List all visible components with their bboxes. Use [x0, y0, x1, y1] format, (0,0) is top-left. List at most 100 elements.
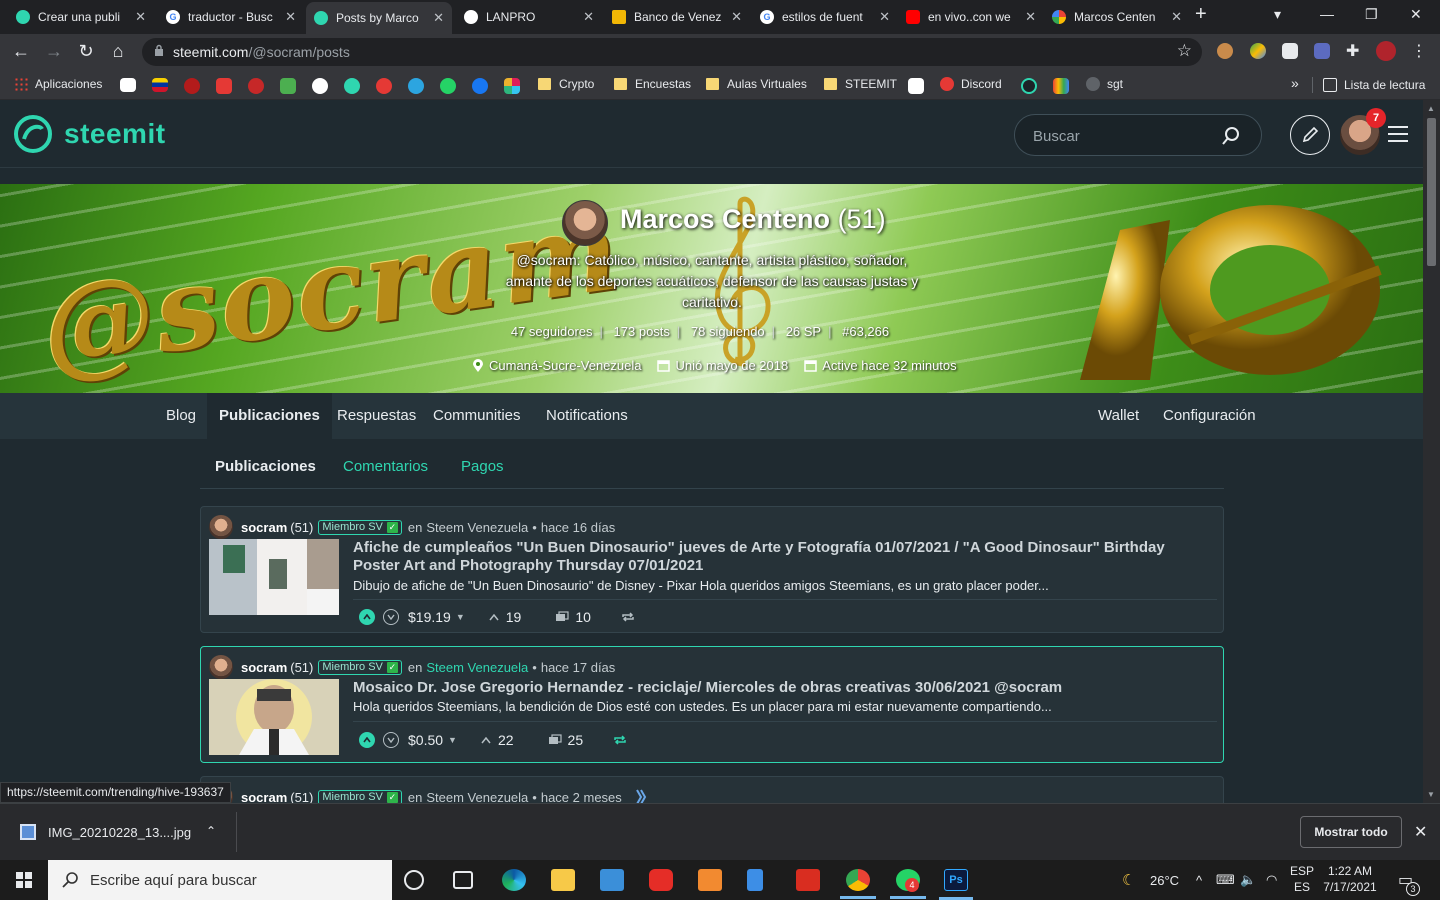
- community-link[interactable]: Steem Venezuela: [426, 520, 528, 535]
- resteem-icon[interactable]: [613, 734, 627, 746]
- bookmark-apps[interactable]: Aplicaciones: [14, 77, 102, 91]
- browser-tab-3-active[interactable]: Posts by Marco ✕: [306, 2, 452, 34]
- upvote-button[interactable]: [359, 732, 375, 748]
- weather-moon-icon[interactable]: ☾: [1122, 860, 1135, 900]
- resteem-icon[interactable]: [621, 611, 635, 623]
- minimize-icon[interactable]: —: [1320, 6, 1334, 22]
- bookmark-star-icon[interactable]: ☆: [1177, 41, 1192, 61]
- close-tab-icon[interactable]: ✕: [135, 9, 146, 25]
- chrome-icon[interactable]: [840, 869, 876, 899]
- download-item[interactable]: IMG_20210228_13....jpg: [20, 824, 191, 840]
- upvote-button[interactable]: [359, 609, 375, 625]
- browser-tab-1[interactable]: Crear una publi ✕: [8, 4, 154, 30]
- post-time[interactable]: hace 17 días: [541, 660, 615, 675]
- tab-wallet[interactable]: Wallet: [1086, 393, 1151, 439]
- bookmark-folder-encuestas[interactable]: Encuestas: [614, 77, 691, 91]
- browser-tab-2[interactable]: G traductor - Busc ✕: [158, 4, 304, 30]
- edge-icon[interactable]: [502, 869, 526, 891]
- browser-tab-8[interactable]: Marcos Centen ✕: [1044, 4, 1190, 30]
- slack-icon[interactable]: [504, 78, 520, 94]
- browser-tab-7[interactable]: en vivo..con we ✕: [898, 4, 1044, 30]
- scroll-up-icon[interactable]: ▲: [1427, 104, 1435, 113]
- scroll-down-icon[interactable]: ▼: [1427, 790, 1435, 799]
- extension-cast-icon[interactable]: [1314, 43, 1330, 59]
- weather-temperature[interactable]: 26°C: [1150, 860, 1179, 900]
- bookmark-site-icon[interactable]: [216, 78, 232, 94]
- post-thumbnail[interactable]: [209, 679, 339, 755]
- task-view-icon[interactable]: [453, 871, 473, 889]
- tab-replies[interactable]: Respuestas: [325, 393, 428, 439]
- media-player-icon[interactable]: [698, 869, 722, 891]
- page-scrollbar[interactable]: ▲ ▼: [1423, 100, 1440, 803]
- profile-avatar-icon[interactable]: [1376, 41, 1396, 61]
- wifi-icon[interactable]: ◠: [1266, 860, 1277, 900]
- payout-amount[interactable]: $19.19: [408, 609, 451, 625]
- steemit-logo-text[interactable]: steemit: [64, 118, 166, 150]
- show-all-button[interactable]: Mostrar todo: [1300, 816, 1402, 848]
- tab-notifications[interactable]: Notifications: [534, 393, 640, 439]
- post-time[interactable]: hace 2 meses: [541, 790, 622, 804]
- close-tab-icon[interactable]: ✕: [1171, 9, 1182, 25]
- tab-posts[interactable]: Publicaciones: [207, 393, 332, 439]
- extensions-puzzle-icon[interactable]: ✚: [1346, 41, 1362, 60]
- post-thumbnail[interactable]: [209, 539, 339, 615]
- comments-count[interactable]: 10: [575, 609, 591, 625]
- facebook-icon[interactable]: [472, 78, 488, 94]
- post-time[interactable]: hace 16 días: [541, 520, 615, 535]
- extension-qr-icon[interactable]: [1282, 43, 1298, 59]
- close-tab-icon[interactable]: ✕: [285, 9, 296, 25]
- comments-count[interactable]: 25: [568, 732, 584, 748]
- bookmark-site-icon[interactable]: [120, 78, 136, 92]
- post-card[interactable]: socram (51) Miembro SV ✓ en Steem Venezue…: [200, 646, 1224, 763]
- whatsapp-icon[interactable]: [440, 78, 456, 94]
- subtab-payouts[interactable]: Pagos: [461, 458, 504, 475]
- downvote-button[interactable]: [383, 732, 399, 748]
- bookmark-site-icon[interactable]: [184, 78, 200, 94]
- youtube-icon[interactable]: [649, 869, 673, 891]
- notification-badge[interactable]: 7: [1366, 108, 1386, 128]
- windows-start-icon[interactable]: [16, 872, 32, 888]
- post-description[interactable]: Dibujo de afiche de "Un Buen Dinosaurio"…: [353, 578, 1049, 593]
- acrobat-icon[interactable]: [796, 869, 820, 891]
- subtab-comments[interactable]: Comentarios: [343, 458, 428, 475]
- bookmark-folder-steemit[interactable]: STEEMIT: [824, 77, 897, 91]
- mail-icon[interactable]: [600, 869, 624, 891]
- browser-tab-4[interactable]: LANPRO ✕: [456, 4, 602, 30]
- post-card[interactable]: socram (51) Miembro SV ✓ en Steem Venezue…: [200, 506, 1224, 633]
- phone-link-icon[interactable]: [747, 869, 763, 891]
- community-link[interactable]: Steem Venezuela: [426, 790, 528, 804]
- browser-tab-6[interactable]: G estilos de fuent ✕: [752, 4, 898, 30]
- payout-caret-icon[interactable]: ▼: [456, 612, 465, 622]
- subtab-posts[interactable]: Publicaciones: [215, 458, 316, 475]
- close-tab-icon[interactable]: ✕: [1025, 9, 1036, 25]
- extension-drive-icon[interactable]: [1250, 43, 1266, 59]
- bookmark-sgt[interactable]: sgt: [1086, 77, 1123, 91]
- bookmark-site-icon[interactable]: [376, 78, 392, 94]
- payout-caret-icon[interactable]: ▼: [448, 735, 457, 745]
- bookmark-site-icon[interactable]: [280, 78, 296, 94]
- new-tab-button[interactable]: +: [1195, 3, 1207, 26]
- author-name[interactable]: socram: [241, 520, 287, 535]
- post-title[interactable]: Afiche de cumpleaños "Un Buen Dinosaurio…: [353, 539, 1193, 575]
- search-input[interactable]: [1033, 125, 1223, 147]
- votes-count[interactable]: 22: [498, 732, 514, 748]
- author-avatar[interactable]: [209, 515, 233, 539]
- post-description[interactable]: Hola queridos Steemians, la bendición de…: [353, 699, 1052, 714]
- bookmark-discord[interactable]: Discord: [940, 77, 1002, 91]
- reload-icon[interactable]: ↻: [75, 41, 97, 62]
- extension-cookie-icon[interactable]: [1217, 43, 1233, 59]
- google-bookmark-icon[interactable]: [312, 78, 328, 94]
- bookmark-folder-aulas[interactable]: Aulas Virtuales: [706, 77, 807, 91]
- search-icon[interactable]: [1221, 126, 1241, 146]
- payout-amount[interactable]: $0.50: [408, 732, 443, 748]
- post-card[interactable]: socram (51) Miembro SV ✓ en Steem Venezue…: [200, 776, 1224, 803]
- new-post-button[interactable]: [1290, 115, 1330, 155]
- taskbar-search[interactable]: Escribe aquí para buscar: [48, 860, 392, 900]
- cortana-icon[interactable]: [404, 870, 424, 890]
- download-options-icon[interactable]: ⌃: [206, 824, 216, 838]
- post-title[interactable]: Mosaico Dr. Jose Gregorio Hernandez - re…: [353, 679, 1193, 697]
- system-clock[interactable]: 1:22 AM 7/17/2021: [1320, 863, 1380, 895]
- close-tab-icon[interactable]: ✕: [583, 9, 594, 25]
- tray-expand-icon[interactable]: ^: [1196, 860, 1202, 900]
- bookmark-site-icon[interactable]: [248, 78, 264, 94]
